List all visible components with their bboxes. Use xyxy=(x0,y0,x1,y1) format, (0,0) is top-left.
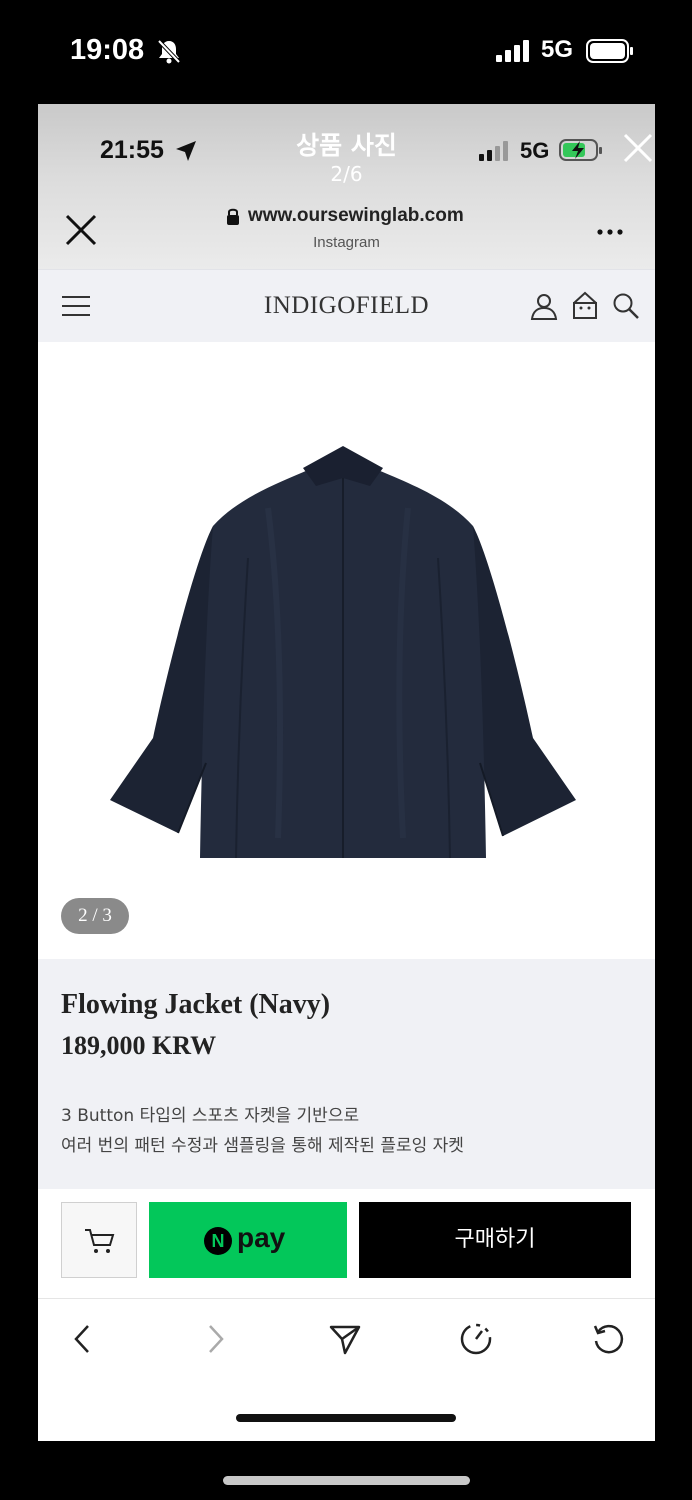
shopping-bag-icon[interactable] xyxy=(571,291,599,320)
npay-button[interactable]: N pay xyxy=(149,1202,347,1278)
user-icon[interactable] xyxy=(530,292,558,320)
outer-home-indicator xyxy=(223,1476,470,1485)
timer-icon[interactable] xyxy=(459,1322,493,1356)
add-to-cart-button[interactable] xyxy=(61,1202,137,1278)
url-source: Instagram xyxy=(313,234,380,251)
npay-logo-icon: N xyxy=(204,1227,232,1255)
forward-icon[interactable] xyxy=(198,1322,232,1356)
refresh-icon[interactable] xyxy=(591,1322,625,1356)
lock-icon xyxy=(227,208,239,225)
viewer-header: 21:55 상품 사진 2/6 5G www.oursewinglab.com … xyxy=(38,104,655,269)
more-icon[interactable] xyxy=(596,228,624,236)
signal-bars-icon xyxy=(496,40,529,62)
close-icon[interactable] xyxy=(622,132,654,164)
screenshot-frame: 21:55 상품 사진 2/6 5G www.oursewinglab.com … xyxy=(38,104,655,1441)
purchase-bar: N pay 구매하기 xyxy=(38,1189,655,1299)
buy-now-button[interactable]: 구매하기 xyxy=(359,1202,631,1278)
jacket-image xyxy=(110,446,576,859)
product-name: Flowing Jacket (Navy) xyxy=(61,989,331,1020)
search-icon[interactable] xyxy=(612,292,640,320)
product-info: Flowing Jacket (Navy) 189,000 KRW 3 Butt… xyxy=(38,959,655,1189)
site-nav: INDIGOFIELD xyxy=(38,269,655,342)
back-icon[interactable] xyxy=(66,1322,100,1356)
battery-charging-icon xyxy=(559,139,602,161)
outer-status-bar: 19:08 5G xyxy=(0,0,692,104)
product-description-line: 여러 번의 패턴 수정과 샘플링을 통해 제작된 플로잉 자켓 xyxy=(61,1136,464,1156)
home-indicator xyxy=(236,1414,456,1422)
inner-network-label: 5G xyxy=(520,138,550,163)
product-price: 189,000 KRW xyxy=(61,1031,217,1060)
signal-bars-icon xyxy=(479,141,508,161)
outer-time: 19:08 xyxy=(70,34,145,66)
product-image[interactable]: 2 / 3 xyxy=(38,342,655,959)
cart-icon xyxy=(85,1229,115,1253)
battery-icon xyxy=(586,39,633,63)
bell-slash-icon xyxy=(157,39,181,64)
browser-toolbar xyxy=(38,1300,655,1441)
npay-label: pay xyxy=(237,1222,286,1253)
share-icon[interactable] xyxy=(328,1322,362,1356)
product-description-line: 3 Button 타입의 스포츠 자켓을 기반으로 xyxy=(61,1106,360,1126)
outer-network-label: 5G xyxy=(541,36,574,63)
viewer-counter: 2/6 xyxy=(330,162,363,186)
brand-logo[interactable]: INDIGOFIELD xyxy=(38,292,655,320)
url-text[interactable]: www.oursewinglab.com xyxy=(248,205,464,227)
image-counter: 2 / 3 xyxy=(61,898,129,934)
